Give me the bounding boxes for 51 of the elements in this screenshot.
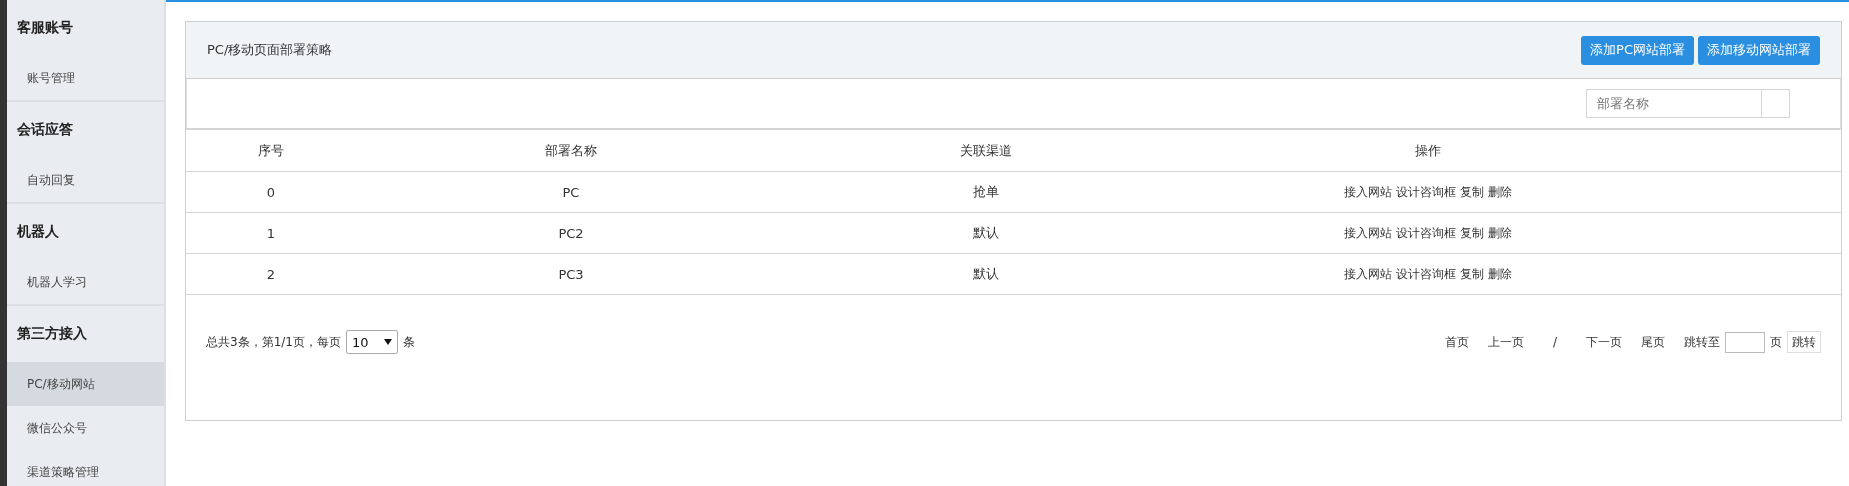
sidebar-heading: 会话应答 <box>16 120 74 139</box>
action-link[interactable]: 接入网站 <box>1344 265 1392 283</box>
pager-separator: / <box>1552 335 1557 349</box>
action-link[interactable]: 删除 <box>1488 183 1512 201</box>
search-addon[interactable] <box>1762 89 1790 118</box>
pager-link[interactable]: 上一页 <box>1487 333 1524 351</box>
sidebar-heading: 客服账号 <box>16 18 74 37</box>
sidebar-item[interactable]: 账号管理 <box>7 56 164 100</box>
column-header: 操作 <box>1415 141 1441 160</box>
page-size-select[interactable]: 10 <box>345 330 398 354</box>
sidebar-item[interactable]: PC/移动网站 <box>7 362 164 406</box>
action-link[interactable]: 设计咨询框 <box>1396 265 1456 283</box>
action-link[interactable]: 删除 <box>1488 224 1512 242</box>
page-summary: 总共3条，第1/1页，每页 <box>206 333 341 351</box>
sidebar-item[interactable]: 渠道策略管理 <box>7 450 164 486</box>
pager-link[interactable]: 尾页 <box>1641 333 1665 351</box>
jump-button[interactable]: 跳转 <box>1787 331 1821 353</box>
action-link[interactable]: 设计咨询框 <box>1396 183 1456 201</box>
column-header: 关联渠道 <box>960 141 1012 160</box>
action-link[interactable]: 复制 <box>1460 265 1484 283</box>
pager-link[interactable]: 下一页 <box>1586 333 1622 351</box>
action-link[interactable]: 设计咨询框 <box>1396 224 1456 242</box>
table-cell: 默认 <box>973 224 999 242</box>
table-cell: 抢单 <box>973 183 999 201</box>
table-cell: PC2 <box>558 225 584 241</box>
table-cell: 默认 <box>973 265 999 283</box>
jump-label: 跳转至 <box>1684 333 1720 351</box>
pager-link[interactable]: 首页 <box>1444 333 1469 351</box>
table-cell: 2 <box>266 266 276 282</box>
action-link[interactable]: 接入网站 <box>1344 183 1392 201</box>
sidebar-item[interactable]: 自动回复 <box>7 158 164 202</box>
table-cell: 0 <box>266 184 276 200</box>
table-cell: PC <box>562 184 580 200</box>
table-cell: 1 <box>266 225 276 241</box>
column-header: 序号 <box>258 141 284 160</box>
sidebar-heading: 第三方接入 <box>16 324 88 343</box>
table-cell: PC3 <box>558 266 584 282</box>
column-header: 部署名称 <box>545 141 597 160</box>
sidebar-item[interactable]: 微信公众号 <box>7 406 164 450</box>
sidebar-item[interactable]: 机器人学习 <box>7 260 164 304</box>
page-size-unit: 条 <box>402 333 415 351</box>
page-unit: 页 <box>1770 333 1782 351</box>
action-link[interactable]: 删除 <box>1488 265 1512 283</box>
page-input[interactable] <box>1725 331 1765 353</box>
sidebar-heading: 机器人 <box>16 222 60 241</box>
search-field[interactable]: 部署名称 <box>1586 89 1762 118</box>
action-link[interactable]: 复制 <box>1460 183 1484 201</box>
panel-title: PC/移动页面部署策略 <box>207 41 333 59</box>
action-link[interactable]: 接入网站 <box>1344 224 1392 242</box>
action-link[interactable]: 复制 <box>1460 224 1484 242</box>
caret-icon <box>383 339 392 345</box>
